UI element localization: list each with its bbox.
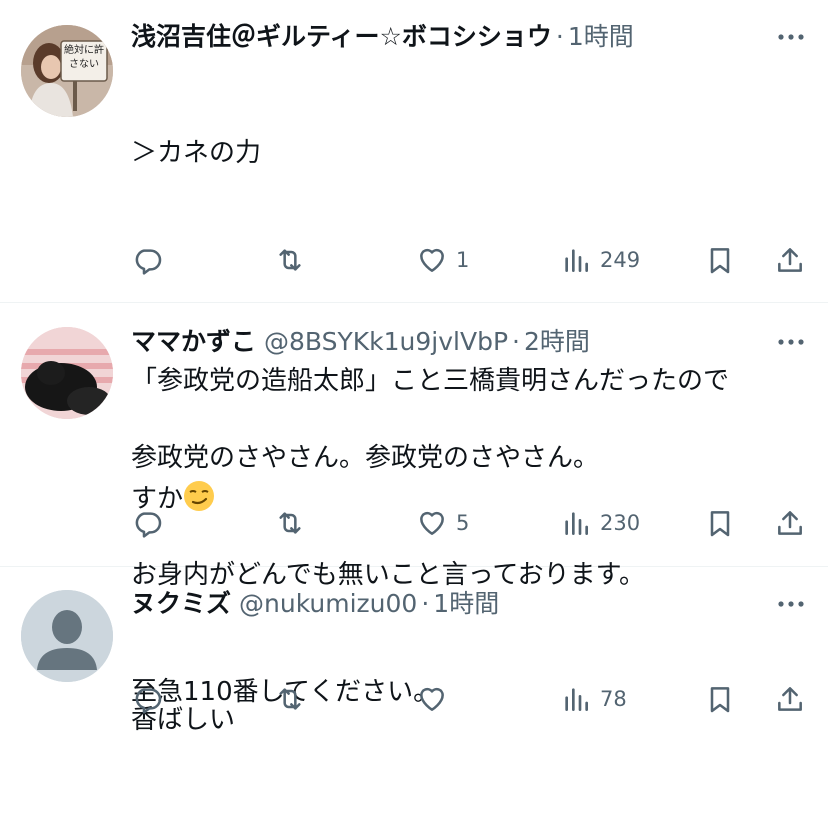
- bookmark-button[interactable]: [704, 679, 736, 719]
- share-icon: [778, 511, 802, 535]
- reply-icon: [135, 688, 162, 714]
- views-icon: [565, 688, 588, 711]
- like-button[interactable]: 1: [416, 240, 469, 280]
- separator-dot: ·: [512, 327, 520, 356]
- more-options-button[interactable]: [776, 589, 806, 619]
- timestamp[interactable]: 2時間: [524, 322, 590, 362]
- handle[interactable]: @nukumizu00: [239, 584, 417, 624]
- reply-button[interactable]: [132, 679, 164, 719]
- retweet-button[interactable]: [274, 240, 306, 280]
- share-button[interactable]: [774, 679, 806, 719]
- default-avatar-icon: [21, 590, 113, 682]
- reply-button[interactable]: [132, 240, 164, 280]
- timestamp[interactable]: 1時間: [568, 17, 634, 57]
- display-name[interactable]: 浅沼吉住＠ギルティー☆ボコシショウ: [131, 17, 552, 57]
- share-button[interactable]: [774, 503, 806, 543]
- like-count: 1: [456, 248, 470, 272]
- views-button[interactable]: 249: [560, 240, 640, 280]
- more-icon: [778, 339, 804, 345]
- views-icon: [565, 249, 588, 272]
- bookmark-button[interactable]: [704, 240, 736, 280]
- retweet-icon: [279, 512, 301, 534]
- bookmark-icon: [710, 248, 730, 274]
- share-icon: [778, 248, 802, 272]
- reply-icon: [135, 249, 162, 275]
- retweet-button[interactable]: [274, 679, 306, 719]
- share-button[interactable]: [774, 240, 806, 280]
- timestamp[interactable]: 1時間: [433, 584, 499, 624]
- more-options-button[interactable]: [776, 22, 806, 52]
- text-line: 参政党のさやさん。参政党のさやさん。: [131, 443, 600, 473]
- avatar[interactable]: [21, 327, 113, 419]
- display-name[interactable]: ヌクミズ: [131, 584, 231, 624]
- tweet-actions: 78: [0, 679, 828, 719]
- more-icon: [778, 601, 804, 607]
- reply-icon: [135, 512, 162, 538]
- tweet-text: 香ばしい: [131, 628, 798, 813]
- tweet[interactable]: 絶対に許さない 浅沼吉住＠ギルティー☆ボコシショウ · 1時間 ＞カネの力 「参…: [0, 0, 828, 514]
- retweet-icon: [279, 688, 301, 710]
- tweet-actions: 5 230: [0, 503, 828, 543]
- bookmark-button[interactable]: [704, 503, 736, 543]
- heart-icon: [420, 248, 444, 272]
- heart-icon: [420, 511, 444, 535]
- view-count: 249: [600, 248, 641, 272]
- like-button[interactable]: 5: [416, 503, 469, 543]
- tweet-header: 浅沼吉住＠ギルティー☆ボコシショウ · 1時間: [131, 17, 768, 57]
- tweet[interactable]: ヌクミズ @nukumizu00 · 1時間 香ばしい 78: [0, 567, 828, 741]
- tweet-header: ママかずこ @8BSYKk1u9jvlVbP · 2時間: [131, 322, 768, 362]
- like-button[interactable]: [416, 679, 448, 719]
- display-name[interactable]: ママかずこ: [131, 322, 256, 362]
- more-options-button[interactable]: [776, 327, 806, 357]
- tweet-actions: 1 249: [0, 240, 828, 280]
- separator-dot: ·: [421, 589, 430, 618]
- like-count: 5: [456, 511, 470, 535]
- view-count: 230: [600, 511, 641, 535]
- heart-icon: [420, 687, 444, 711]
- avatar-photo: [21, 327, 113, 419]
- more-icon: [778, 34, 804, 40]
- text-line: ＞カネの力: [131, 138, 262, 168]
- retweet-icon: [279, 249, 301, 271]
- views-button[interactable]: 230: [560, 503, 640, 543]
- handle[interactable]: @8BSYKk1u9jvlVbP: [264, 322, 508, 362]
- separator-dot: ·: [555, 22, 564, 51]
- retweet-button[interactable]: [274, 503, 306, 543]
- tweet-header: ヌクミズ @nukumizu00 · 1時間: [131, 584, 768, 624]
- bookmark-icon: [710, 511, 730, 537]
- reply-button[interactable]: [132, 503, 164, 543]
- views-icon: [565, 512, 588, 535]
- avatar[interactable]: [21, 590, 113, 682]
- view-count: 78: [600, 687, 627, 711]
- bookmark-icon: [710, 687, 730, 713]
- avatar[interactable]: 絶対に許さない: [21, 25, 113, 117]
- tweet[interactable]: ママかずこ @8BSYKk1u9jvlVbP · 2時間 参政党のさやさん。参政…: [0, 303, 828, 707]
- views-button[interactable]: 78: [560, 679, 627, 719]
- share-icon: [778, 687, 802, 711]
- avatar-sign: 絶対に許さない: [64, 45, 104, 70]
